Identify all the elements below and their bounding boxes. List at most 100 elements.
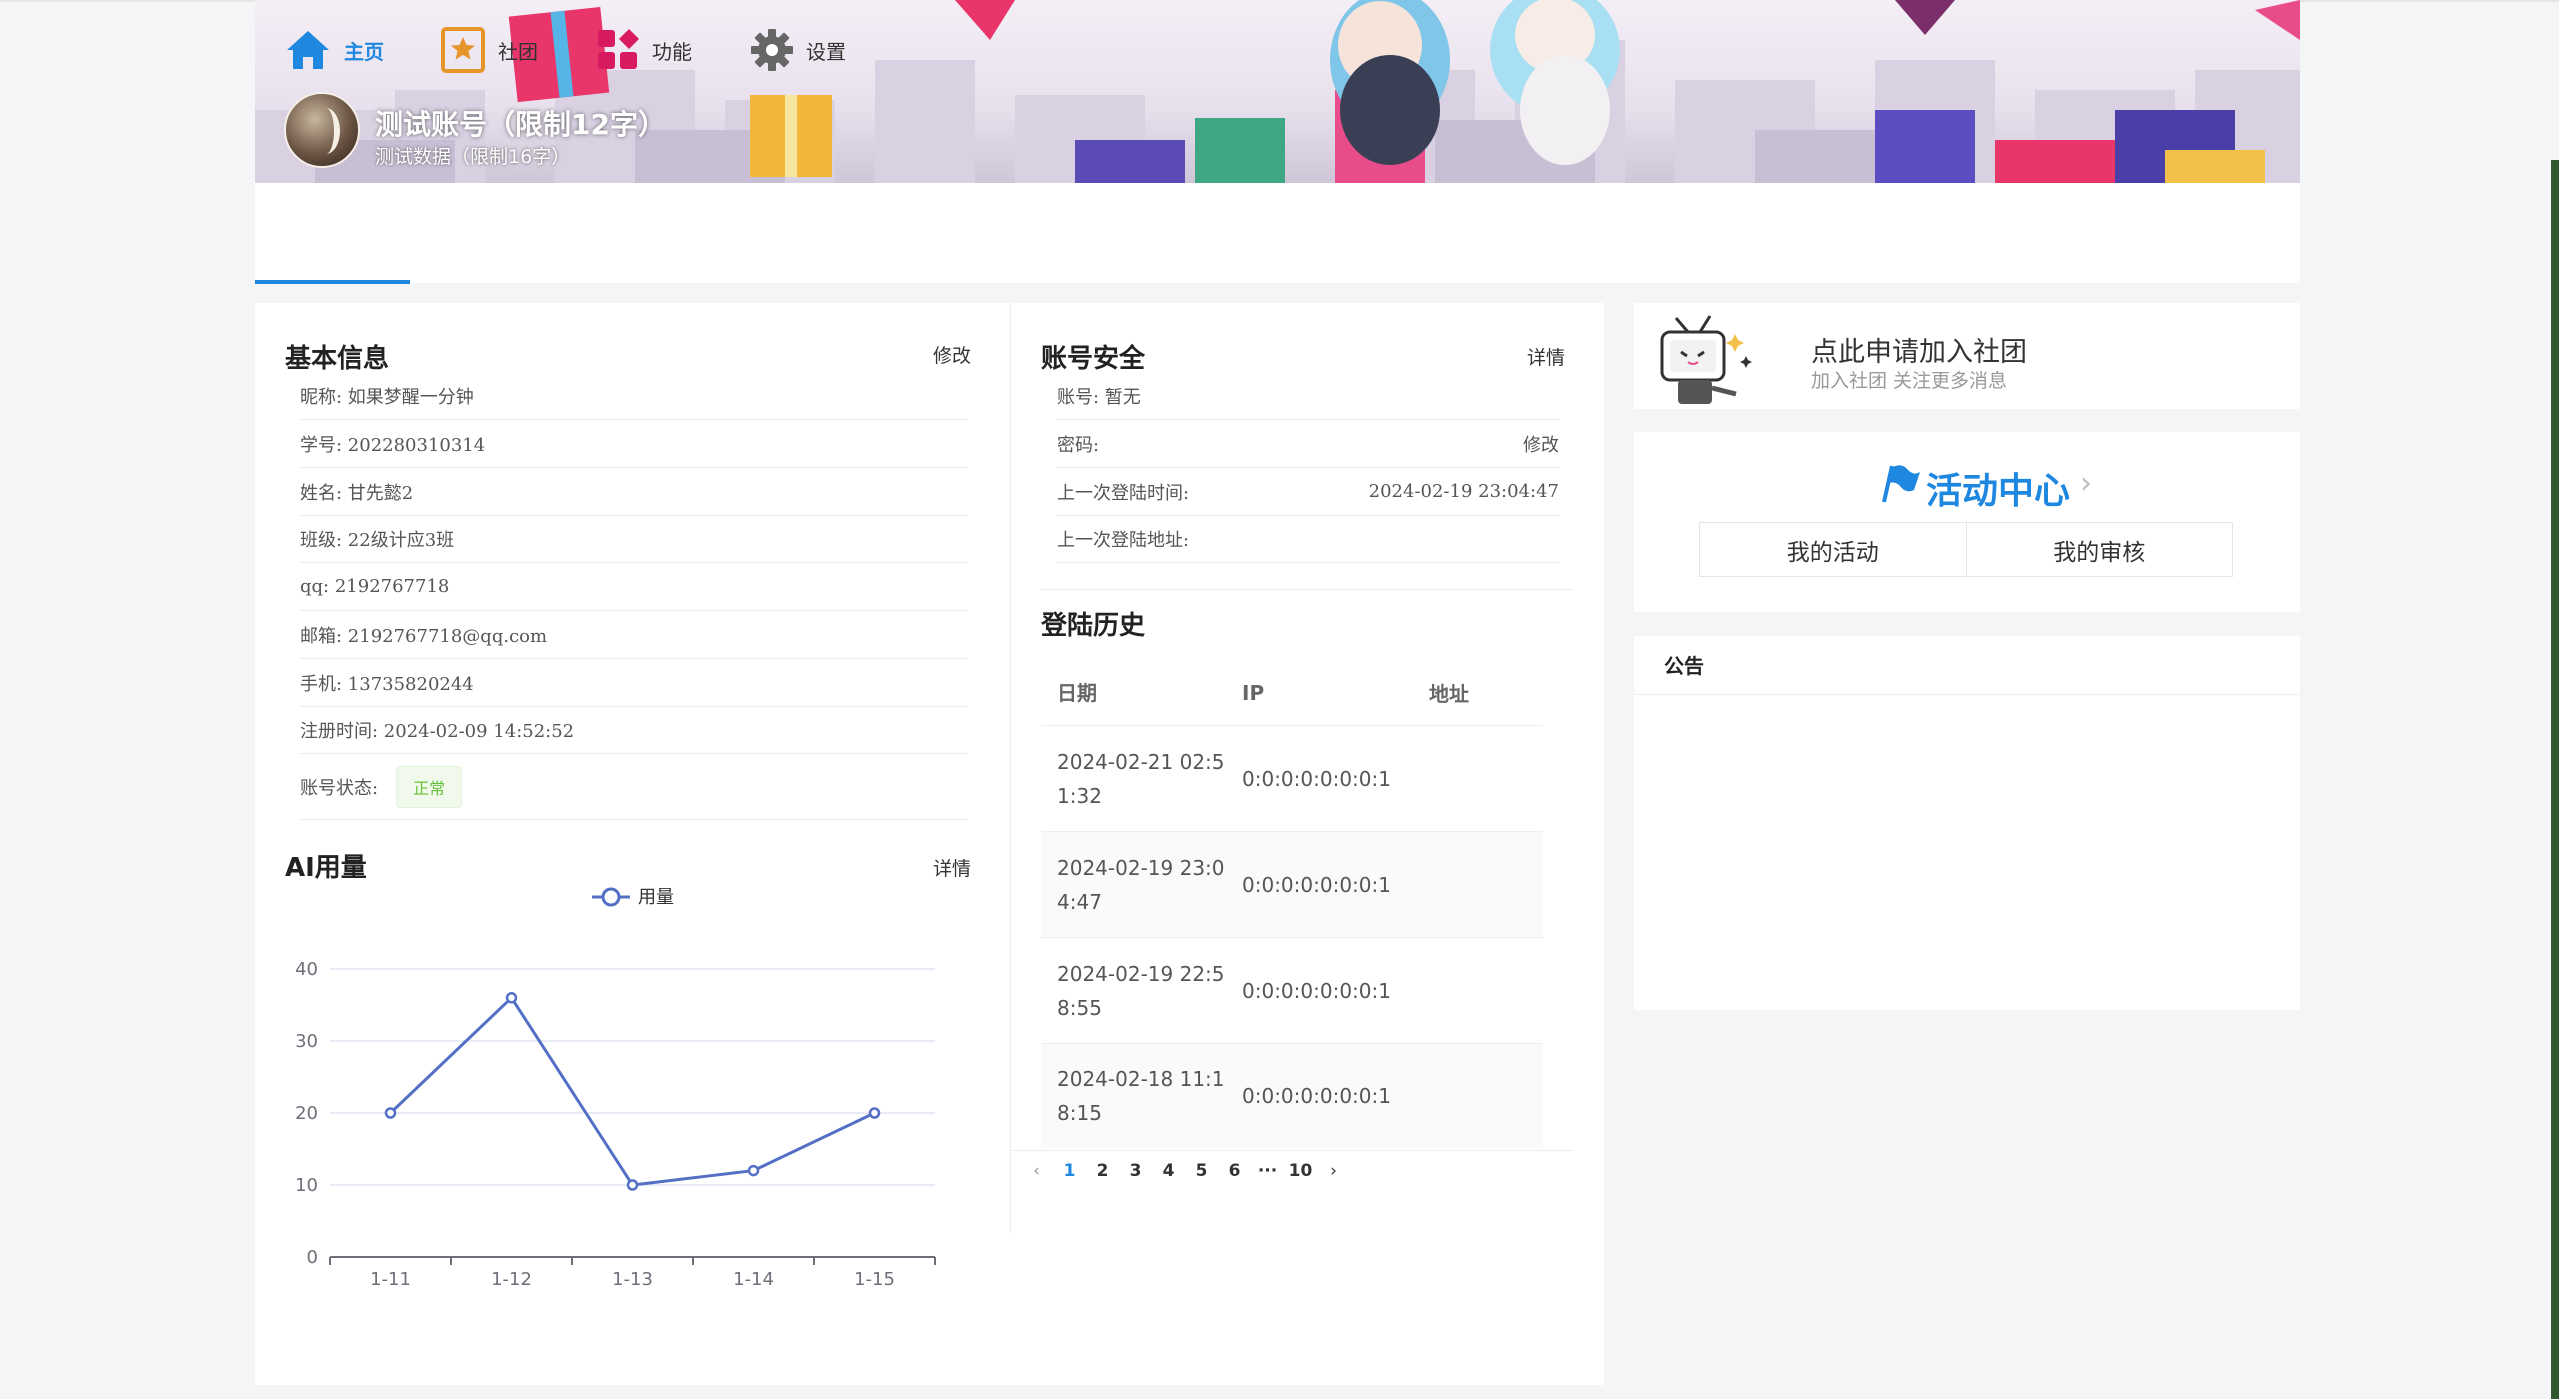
tab-home-label: 主页 [344,39,384,64]
y-tick-label: 0 [307,1247,318,1268]
activity-buttons: 我的活动 我的审核 [1699,522,2233,577]
prev-page-button[interactable]: ‹ [1020,1161,1053,1181]
info-row-name: 姓名: 甘先懿2 [300,468,967,516]
login-history-table: 日期 IP 地址 2024-02-21 02:5 1:32 0:0:0:0:0:0… [1041,660,1543,1147]
security-row-last-login-time: 上一次登陆时间: 2024-02-19 23:04:47 [1057,468,1559,516]
status-label: 账号状态: [300,777,379,799]
join-club-title[interactable]: 点此申请加入社团 [1811,330,2027,369]
history-date-cell: 2024-02-18 11:1 8:15 [1041,1062,1228,1130]
next-page-button[interactable]: › [1317,1161,1350,1181]
page-2-button[interactable]: 2 [1086,1161,1119,1181]
page-ellipsis[interactable]: ··· [1251,1161,1284,1181]
info-row-qq: qq: 2192767718 [300,563,967,611]
data-point [505,992,518,1004]
info-row-student-id: 学号: 202280310314 [300,420,967,468]
last-login-time-value: 2024-02-19 23:04:47 [1368,481,1559,502]
tab-club[interactable]: 社团 [440,0,538,100]
account-subtitle: 测试数据（限制16字） [375,146,571,168]
grid-shapes-icon [598,29,639,69]
y-tick-label: 10 [295,1175,318,1196]
legend-marker [601,887,621,907]
history-ip: 0:0:0:0:0:0:0:1 [1242,872,1391,897]
x-tick-label: 1-14 [733,1269,774,1290]
page-3-button[interactable]: 3 [1119,1161,1152,1181]
notice-title: 公告 [1664,654,1704,678]
ai-usage-chart: 用量 0 10 20 30 40 1-11 1-12 1-13 1-14 1-15 [295,887,936,1290]
basic-info-edit-link[interactable]: 修改 [933,341,971,368]
info-nickname: 昵称: 如果梦醒一分钟 [300,386,474,408]
page-4-button[interactable]: 4 [1152,1161,1185,1181]
info-register-time: 注册时间: 2024-02-09 14:52:52 [300,720,575,742]
gear-icon [751,29,793,71]
history-date-cell: 2024-02-21 02:5 1:32 [1041,745,1228,813]
tab-home[interactable]: 主页 [284,0,384,100]
chevron-right-icon[interactable]: › [2080,466,2092,501]
x-tick-label: 1-13 [612,1269,653,1290]
page-1-button[interactable]: 1 [1053,1161,1086,1181]
status-badge: 正常 [396,765,463,808]
login-history-title: 登陆历史 [1041,611,1146,641]
data-point [384,1107,397,1119]
info-row-phone: 手机: 13735820244 [300,659,967,707]
x-tick-label: 1-11 [370,1269,411,1290]
main-nav [255,183,2300,283]
avatar[interactable] [284,92,360,168]
info-phone: 手机: 13735820244 [300,673,474,695]
col-ip-header: IP [1242,680,1265,705]
info-qq: qq: 2192767718 [300,576,450,597]
security-row-last-login-addr: 上一次登陆地址: [1057,515,1559,563]
last-login-time-label: 上一次登陆时间: [1057,482,1190,504]
history-ip: 0:0:0:0:0:0:0:1 [1242,978,1391,1003]
password-label: 密码: [1057,434,1100,456]
history-date-line2: 8:15 [1057,1100,1102,1125]
data-point [626,1179,639,1191]
mascot-tv-icon [1660,315,1752,404]
info-row-email: 邮箱: 2192767718@qq.com [300,611,967,659]
table-header-row: 日期 IP 地址 [1041,660,1543,726]
tab-settings-label: 设置 [806,39,846,64]
pagination: ‹ 1 2 3 4 5 6 ··· 10 › [1020,1153,1350,1189]
tab-settings[interactable]: 设置 [750,0,846,100]
info-class: 班级: 22级计应3班 [300,529,455,551]
active-tab-underline [255,280,410,284]
notice-card [1634,636,2300,1010]
my-activities-button[interactable]: 我的活动 [1700,523,1966,576]
tab-functions[interactable]: 功能 [596,0,692,100]
info-row-register-time: 注册时间: 2024-02-09 14:52:52 [300,706,967,754]
join-club-subtitle: 加入社团 关注更多消息 [1811,370,2008,392]
x-tick-label: 1-15 [854,1269,895,1290]
activity-center-title[interactable]: 活动中心 [1926,462,2070,514]
data-point [868,1107,881,1119]
y-tick-label: 40 [295,959,318,980]
col-address-header: 地址 [1429,682,1469,706]
info-row-status: 账号状态: 正常 [300,754,967,820]
info-row-class: 班级: 22级计应3班 [300,515,967,563]
history-date-cell: 2024-02-19 22:5 8:55 [1041,957,1228,1025]
info-row-nickname: 昵称: 如果梦醒一分钟 [300,372,967,420]
tab-club-label: 社团 [498,39,538,64]
x-tick-label: 1-12 [491,1269,532,1290]
security-detail-link[interactable]: 详情 [1527,343,1565,370]
column-divider [1010,303,1011,1233]
page-10-button[interactable]: 10 [1284,1161,1317,1181]
home-icon [287,31,329,69]
password-edit-link[interactable]: 修改 [1523,431,1559,457]
security-row-password: 密码: 修改 [1057,420,1559,468]
page-6-button[interactable]: 6 [1218,1161,1251,1181]
table-row: 2024-02-19 23:0 4:47 0:0:0:0:0:0:0:1 [1041,832,1543,938]
history-ip: 0:0:0:0:0:0:0:1 [1242,1083,1391,1108]
basic-info-title: 基本信息 [285,344,390,374]
table-row: 2024-02-18 11:1 8:15 0:0:0:0:0:0:0:1 [1041,1044,1543,1147]
page-5-button[interactable]: 5 [1185,1161,1218,1181]
section-divider [1041,589,1574,590]
notice-divider [1634,694,2300,695]
info-student-id: 学号: 202280310314 [300,434,486,456]
history-date-line2: 4:47 [1057,889,1102,914]
history-date-line2: 1:32 [1057,783,1102,808]
my-reviews-button[interactable]: 我的审核 [1965,523,2233,576]
security-title: 账号安全 [1041,344,1146,374]
account-name: 测试账号（限制12字） [375,108,666,141]
history-date-line1: 2024-02-19 22:5 [1057,961,1225,986]
history-date-line2: 8:55 [1057,995,1102,1020]
history-date-line1: 2024-02-19 23:0 [1057,855,1225,880]
